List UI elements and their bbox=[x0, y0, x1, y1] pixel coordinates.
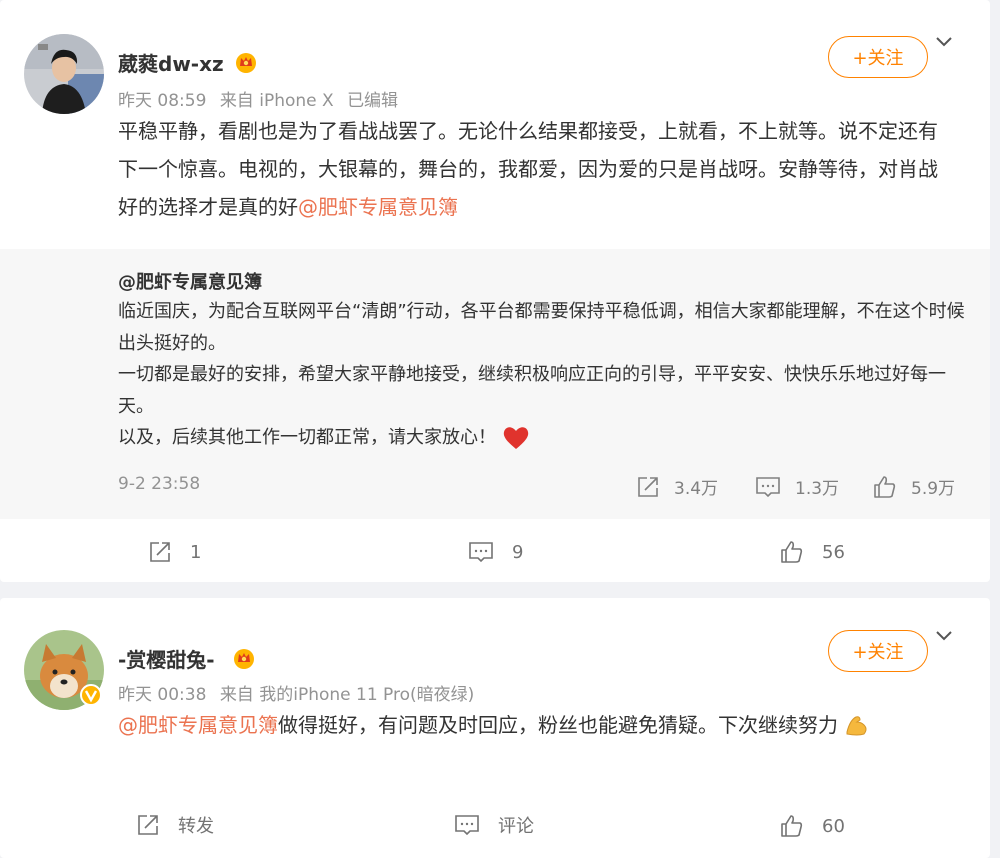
retweet-author[interactable]: @肥虾专属意见簿 bbox=[118, 268, 262, 294]
like-button[interactable]: 60 bbox=[780, 814, 845, 838]
retweet-paragraph: 一切都是最好的安排，希望大家平静地接受，继续积极响应正向的引导，平平安安、快快乐… bbox=[118, 364, 946, 417]
repost-icon bbox=[638, 476, 658, 497]
comment-button[interactable]: 9 bbox=[468, 540, 523, 564]
chevron-down-icon[interactable] bbox=[932, 30, 956, 54]
post-card-2: -赏樱甜兔- 昨天 00:38 来自 我的iPhone 11 Pro(暗夜绿) … bbox=[0, 598, 990, 858]
thumbs-up-icon bbox=[874, 475, 896, 498]
repost-icon bbox=[150, 542, 170, 562]
comment-count: 1.3万 bbox=[795, 479, 840, 499]
red-heart-emoji bbox=[502, 425, 530, 451]
retweet-like-count[interactable]: 5.9万 bbox=[873, 474, 955, 499]
repost-icon bbox=[138, 815, 158, 835]
comment-button[interactable]: 评论 bbox=[454, 812, 534, 838]
like-count: 5.9万 bbox=[911, 479, 956, 499]
retweet-comment-count[interactable]: 1.3万 bbox=[755, 474, 839, 499]
comment-label: 9 bbox=[512, 541, 524, 563]
author-name[interactable]: -赏樱甜兔- bbox=[118, 644, 215, 673]
post-meta: 昨天 08:59 来自 iPhone X 已编辑 bbox=[118, 86, 398, 111]
like-label: 56 bbox=[822, 541, 845, 563]
repost-label: 转发 bbox=[178, 816, 214, 837]
edited-label[interactable]: 已编辑 bbox=[347, 91, 398, 111]
post-text: 平稳平静，看剧也是为了看战战罢了。无论什么结果都接受，上就看，不上就等。说不定还… bbox=[118, 112, 953, 226]
post-card-1: 葳蕤dw-xz 昨天 08:59 来自 iPhone X 已编辑 +关注 平稳平… bbox=[0, 0, 990, 582]
vip-crown-icon bbox=[234, 50, 258, 74]
retweet-time[interactable]: 9-2 23:58 bbox=[118, 474, 200, 494]
retweet-text: 临近国庆，为配合互联网平台“清朗”行动，各平台都需要保持平稳低调，相信大家都能理… bbox=[118, 296, 968, 454]
post-source: 来自 我的iPhone 11 Pro(暗夜绿) bbox=[219, 685, 475, 705]
retweet-repost-count[interactable]: 3.4万 bbox=[636, 474, 718, 499]
follow-button[interactable]: +关注 bbox=[828, 36, 928, 78]
thumbs-up-icon bbox=[781, 815, 803, 837]
author-name[interactable]: 葳蕤dw-xz bbox=[118, 48, 224, 77]
post-source: 来自 iPhone X bbox=[219, 91, 334, 111]
vip-crown-icon bbox=[232, 646, 256, 670]
post-meta: 昨天 00:38 来自 我的iPhone 11 Pro(暗夜绿) bbox=[118, 680, 474, 705]
post-text: @肥虾专属意见簿 做得挺好，有问题及时回应，粉丝也能避免猜疑。下次继续努力 bbox=[118, 706, 968, 744]
post-time[interactable]: 昨天 00:38 bbox=[118, 685, 206, 705]
flexed-biceps-emoji bbox=[844, 712, 870, 738]
comment-icon bbox=[455, 815, 479, 836]
like-label: 60 bbox=[822, 815, 845, 837]
repost-button[interactable]: 转发 bbox=[136, 812, 214, 838]
verified-badge-icon bbox=[80, 684, 102, 706]
chevron-down-icon[interactable] bbox=[932, 624, 956, 648]
follow-button[interactable]: +关注 bbox=[828, 630, 928, 672]
mention-link[interactable]: @肥虾专属意见簿 bbox=[298, 195, 458, 219]
like-button[interactable]: 56 bbox=[780, 540, 845, 564]
repost-label: 1 bbox=[190, 541, 202, 563]
post-body: 平稳平静，看剧也是为了看战战罢了。无论什么结果都接受，上就看，不上就等。说不定还… bbox=[118, 119, 938, 219]
post-body: 做得挺好，有问题及时回应，粉丝也能避免猜疑。下次继续努力 bbox=[278, 713, 838, 737]
thumbs-up-icon bbox=[781, 541, 803, 563]
comment-label: 评论 bbox=[498, 816, 534, 837]
retweet-paragraph: 临近国庆，为配合互联网平台“清朗”行动，各平台都需要保持平稳低调，相信大家都能理… bbox=[118, 301, 965, 354]
post-time[interactable]: 昨天 08:59 bbox=[118, 91, 206, 111]
comment-icon bbox=[469, 542, 493, 563]
repost-button[interactable]: 1 bbox=[148, 540, 201, 564]
retweet-paragraph-text: 以及，后续其他工作一切都正常，请大家放心！ bbox=[118, 427, 496, 448]
repost-count: 3.4万 bbox=[674, 479, 719, 499]
user-avatar[interactable] bbox=[24, 34, 104, 114]
comment-icon bbox=[756, 476, 780, 497]
mention-link[interactable]: @肥虾专属意见簿 bbox=[118, 706, 278, 744]
retweet-paragraph: 以及，后续其他工作一切都正常，请大家放心！ bbox=[118, 422, 968, 454]
